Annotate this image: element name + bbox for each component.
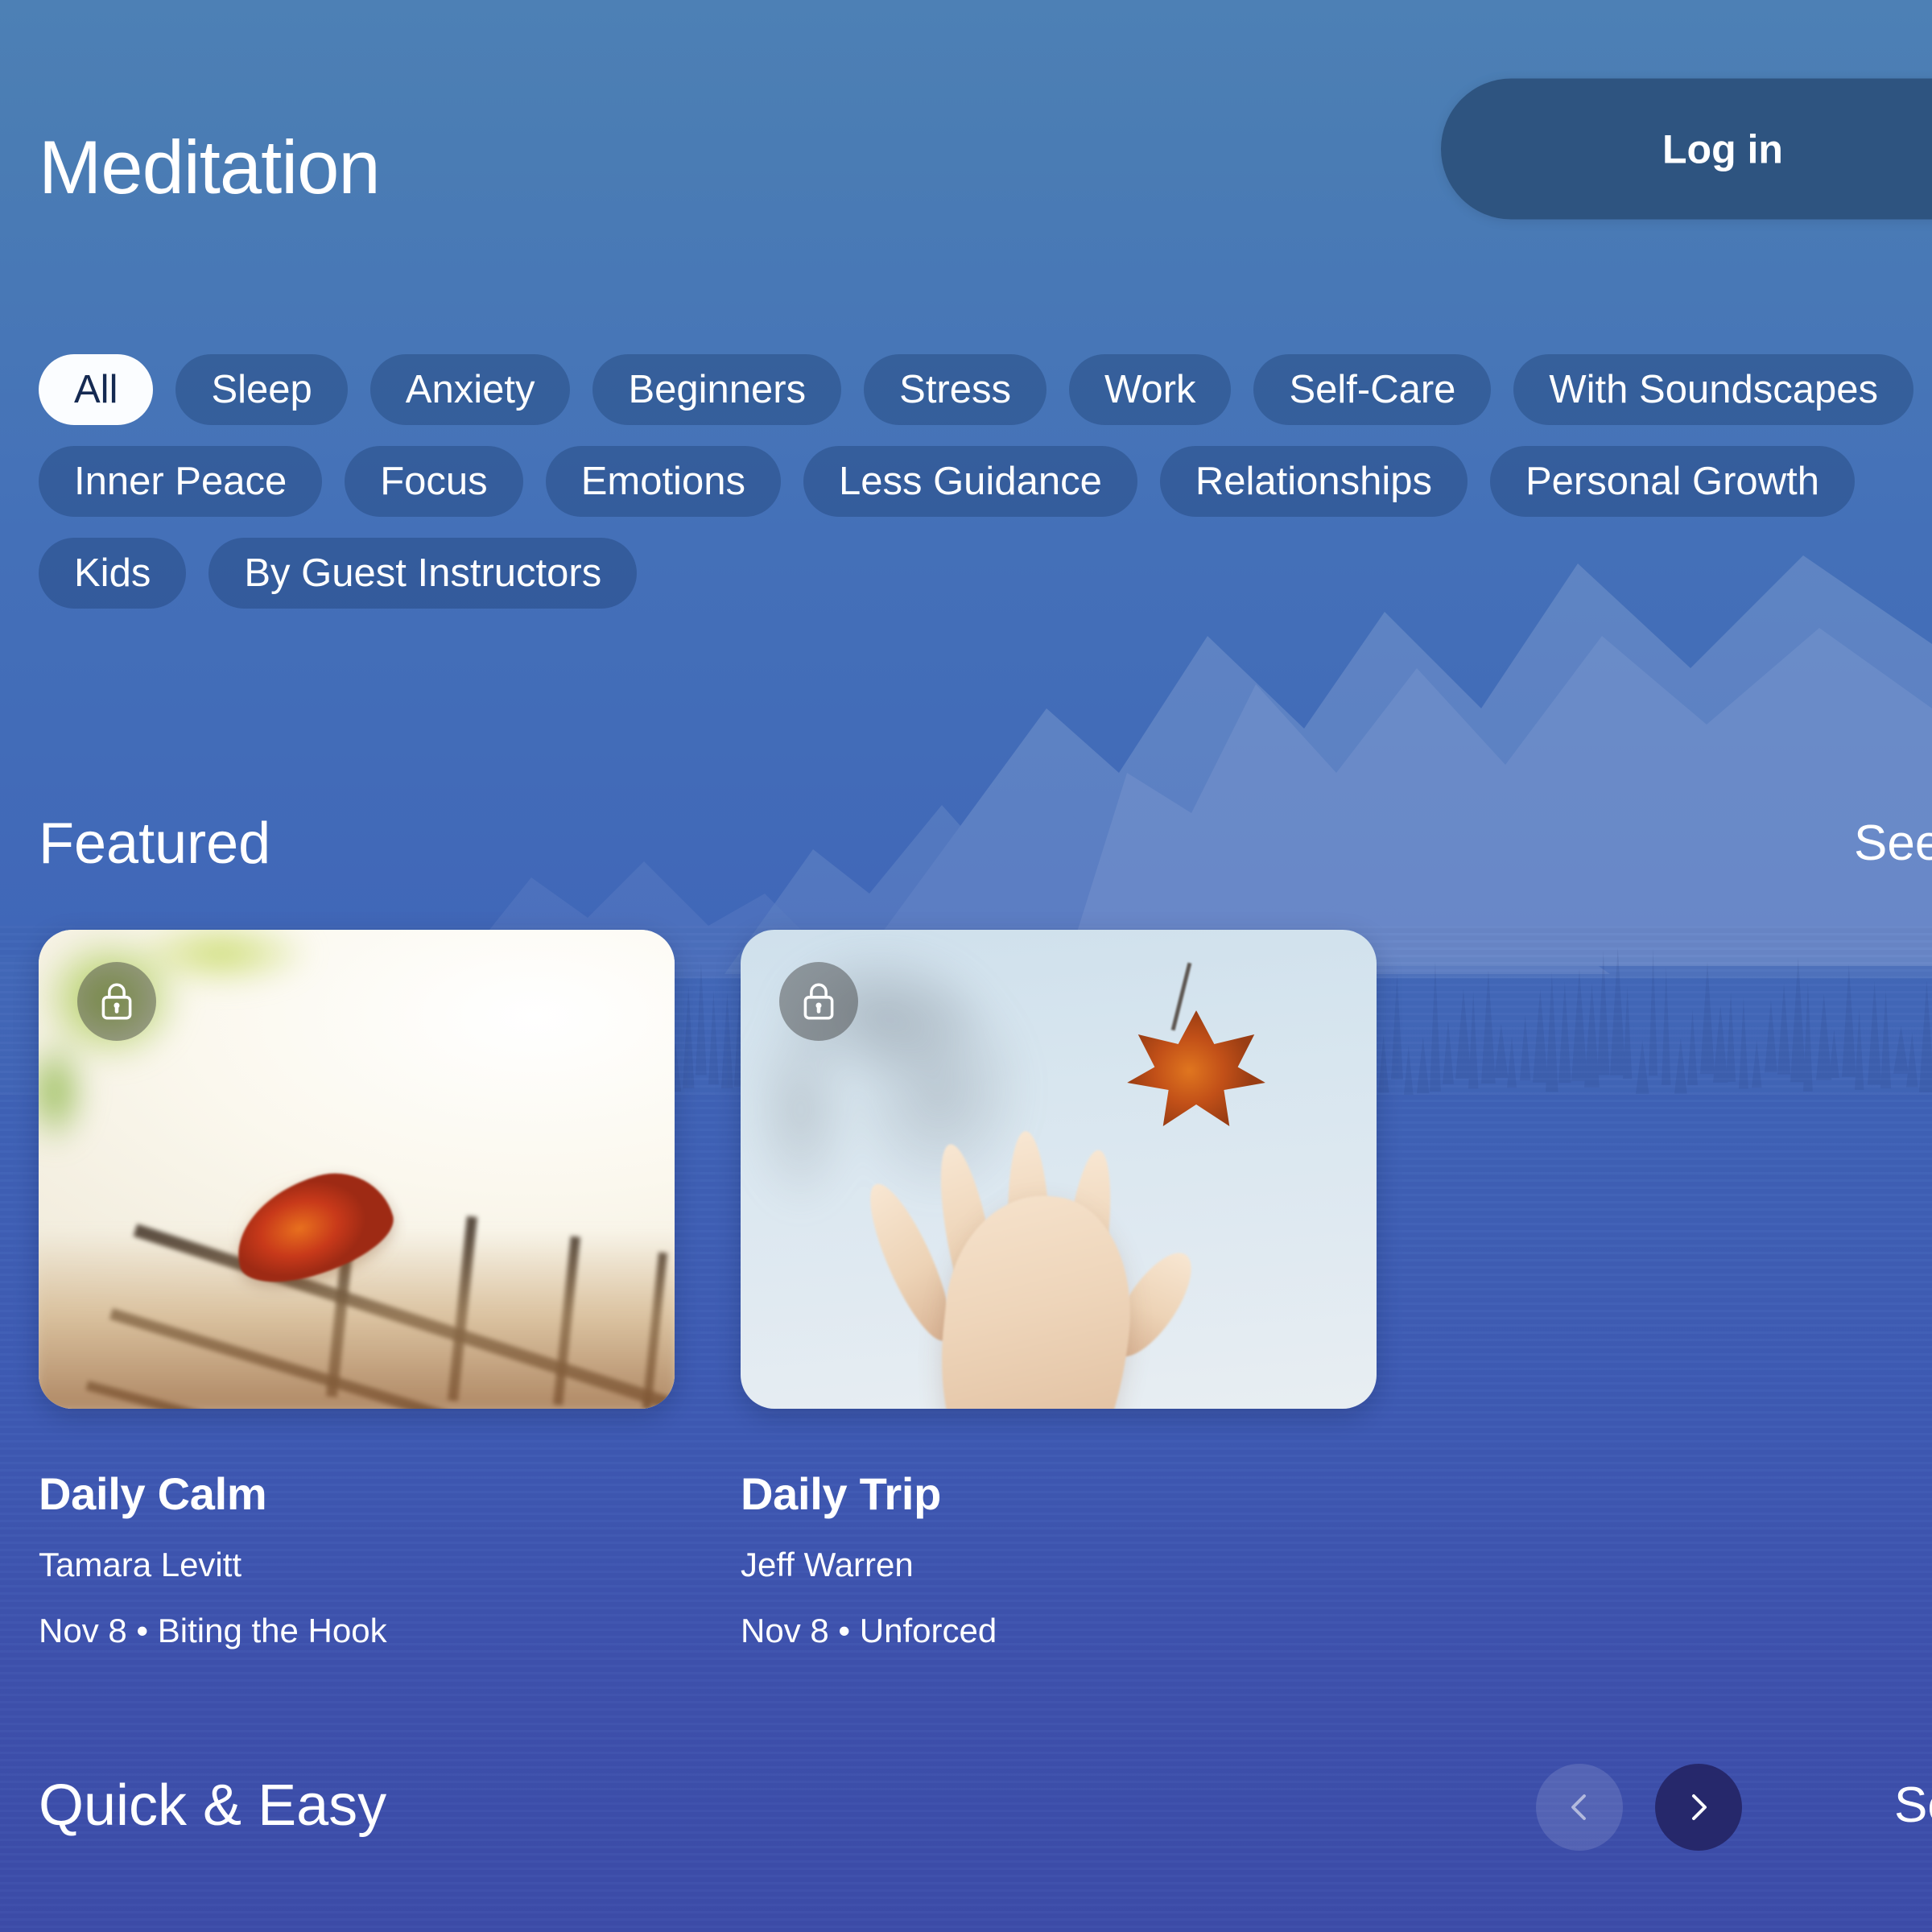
- filter-chip-all[interactable]: All: [39, 354, 154, 425]
- card-meta: Nov 8 • Unforced: [741, 1611, 997, 1649]
- filter-chip-kids[interactable]: Kids: [39, 538, 187, 609]
- card-author: Jeff Warren: [741, 1545, 914, 1583]
- filter-chip-relationships[interactable]: Relationships: [1159, 446, 1468, 517]
- featured-card[interactable]: Daily Trip Jeff Warren Nov 8 • Unforced: [741, 930, 1377, 1649]
- filter-chip-inner-peace[interactable]: Inner Peace: [39, 446, 323, 517]
- filter-chip-work[interactable]: Work: [1069, 354, 1232, 425]
- meditation-screen: Meditation Log in All Sleep Anxiety Beginne…: [0, 0, 1932, 1932]
- filter-chip-emotions[interactable]: Emotions: [545, 446, 781, 517]
- lock-icon: [77, 962, 156, 1041]
- quick-easy-section-title: Quick & Easy: [39, 1773, 387, 1838]
- filter-chip-stress[interactable]: Stress: [864, 354, 1047, 425]
- chevron-right-icon[interactable]: [1655, 1764, 1742, 1851]
- lock-icon: [779, 962, 858, 1041]
- featured-card[interactable]: Daily Calm Tamara Levitt Nov 8 • Biting …: [39, 930, 675, 1649]
- chevron-left-icon[interactable]: [1536, 1764, 1623, 1851]
- page-title: Meditation: [39, 125, 381, 209]
- featured-card-row: Daily Calm Tamara Levitt Nov 8 • Biting …: [39, 930, 1377, 1649]
- card-title: Daily Trip: [741, 1468, 942, 1519]
- card-meta: Nov 8 • Biting the Hook: [39, 1611, 387, 1649]
- filter-chip-self-care[interactable]: Self-Care: [1253, 354, 1492, 425]
- filter-chip-beginners[interactable]: Beginners: [592, 354, 842, 425]
- card-thumbnail[interactable]: [39, 930, 675, 1409]
- filter-chip-focus[interactable]: Focus: [345, 446, 523, 517]
- filter-chip-sleep[interactable]: Sleep: [175, 354, 348, 425]
- featured-section-header: Featured See: [39, 805, 1932, 882]
- card-thumbnail[interactable]: [741, 930, 1377, 1409]
- login-button[interactable]: Log in: [1441, 78, 1932, 220]
- filter-chip-less-guidance[interactable]: Less Guidance: [803, 446, 1137, 517]
- featured-see-all-link[interactable]: See: [1854, 805, 1932, 882]
- filter-chip-with-soundscapes[interactable]: With Soundscapes: [1513, 354, 1913, 425]
- filter-chip-anxiety[interactable]: Anxiety: [369, 354, 571, 425]
- featured-section-title: Featured: [39, 811, 271, 876]
- filter-chip-by-guest-instructors[interactable]: By Guest Instructors: [208, 538, 638, 609]
- header: Meditation Log in: [0, 0, 1932, 242]
- filter-chip-personal-growth[interactable]: Personal Growth: [1490, 446, 1855, 517]
- card-author: Tamara Levitt: [39, 1545, 242, 1583]
- card-title: Daily Calm: [39, 1468, 267, 1519]
- filter-chip-row: All Sleep Anxiety Beginners Stress Work Self-C…: [39, 354, 1932, 609]
- quick-easy-section-header: Quick & Easy See: [39, 1764, 1932, 1851]
- quick-easy-see-all-link[interactable]: See: [1894, 1767, 1932, 1844]
